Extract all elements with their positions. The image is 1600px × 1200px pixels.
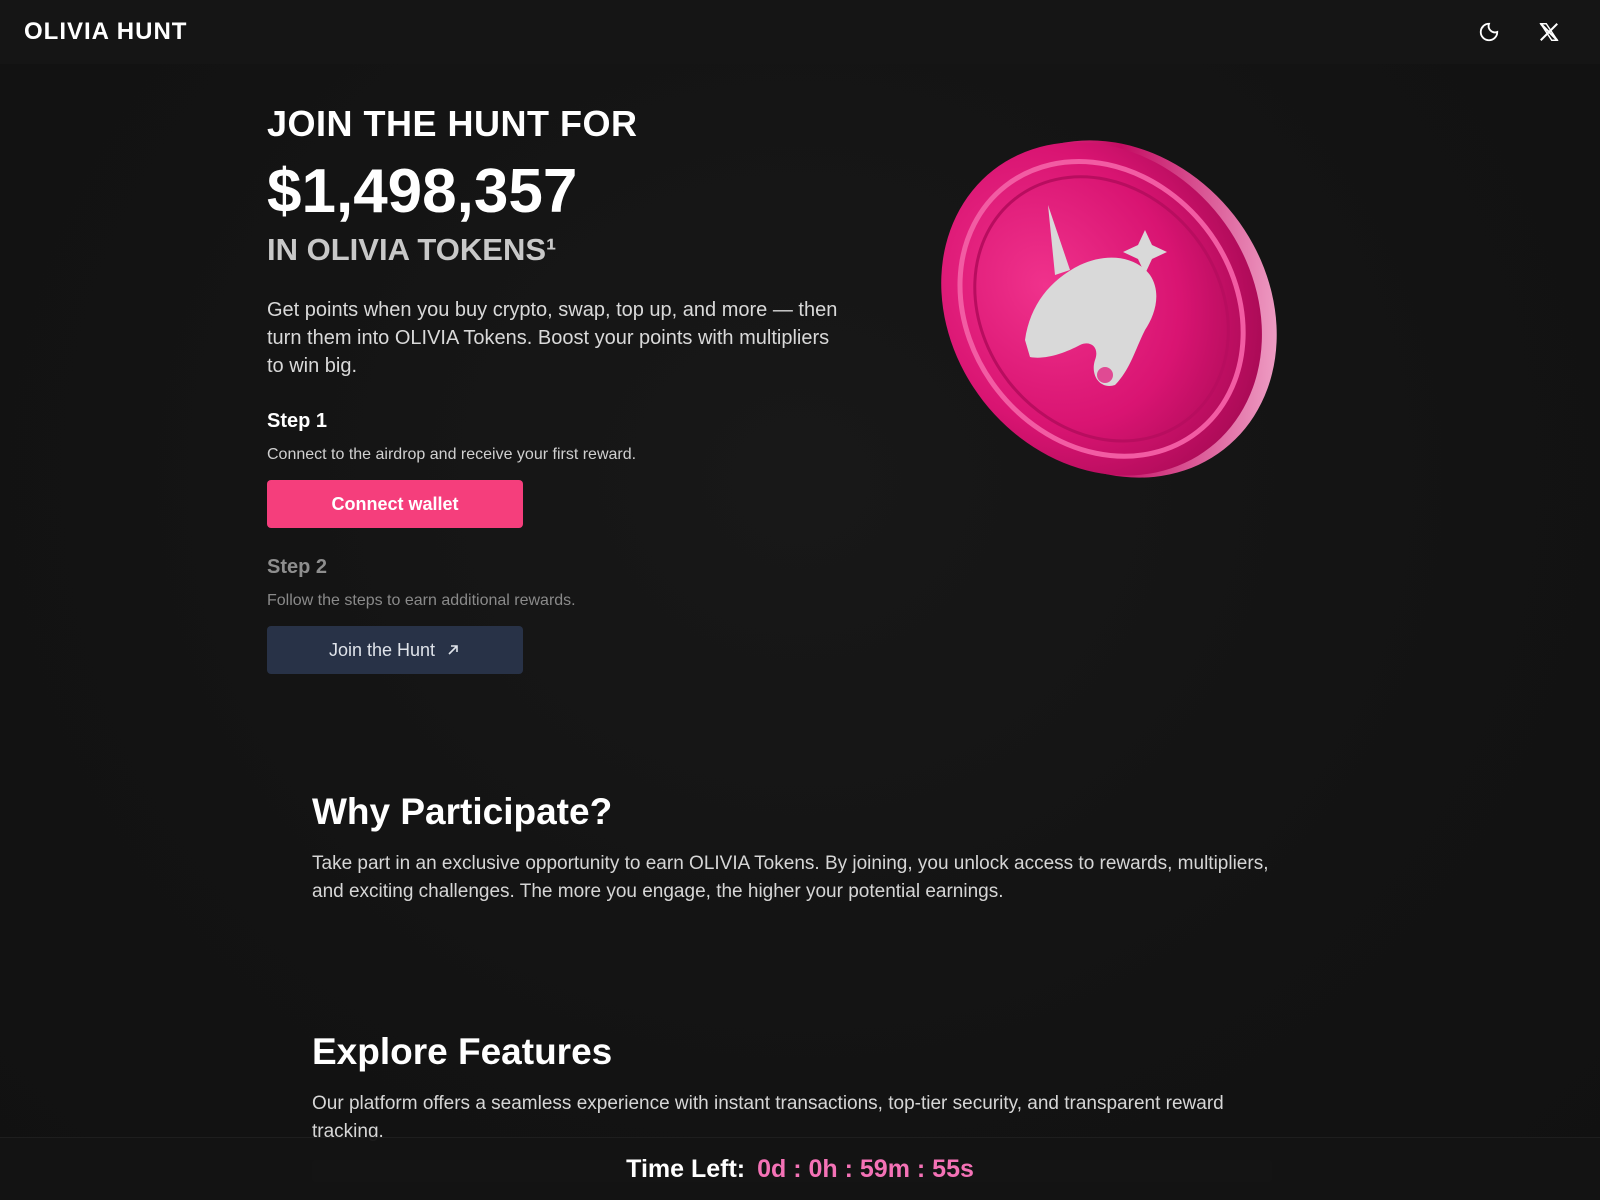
step-2-description: Follow the steps to earn additional rewa…: [267, 592, 576, 609]
external-arrow-icon: [448, 645, 458, 655]
prize-amount: $1,498,357: [267, 157, 578, 226]
why-participate-title: Why Participate?: [312, 791, 613, 832]
step-1-title: Step 1: [267, 410, 328, 432]
unicorn-coin-image: [930, 135, 1280, 485]
brand-logo[interactable]: OLIVIA HUNT: [24, 18, 187, 46]
countdown-bar: Time Left: 0d : 0h : 59m : 55s: [0, 1137, 1600, 1200]
hero-kicker: JOIN THE HUNT FOR: [267, 103, 638, 144]
step-1-description: Connect to the airdrop and receive your …: [267, 446, 637, 463]
step-2-title: Step 2: [267, 556, 328, 578]
header-actions: [1476, 19, 1576, 45]
connect-wallet-button[interactable]: Connect wallet: [267, 480, 523, 528]
page: OLIVIA HUNT JOIN THE HUNT FOR $1,498,357…: [0, 0, 1600, 1200]
top-header: OLIVIA HUNT: [0, 0, 1600, 64]
why-participate-body: Take part in an exclusive opportunity to…: [312, 853, 1269, 902]
explore-features-section: Explore Features Our platform offers a s…: [312, 1028, 1272, 1146]
x-twitter-icon[interactable]: [1536, 19, 1562, 45]
why-participate-section: Why Participate? Take part in an exclusi…: [312, 788, 1272, 906]
hero-description: Get points when you buy crypto, swap, to…: [267, 299, 838, 377]
timer-value: 0d : 0h : 59m : 55s: [757, 1154, 974, 1183]
connect-wallet-label: Connect wallet: [331, 493, 459, 514]
join-the-hunt-button[interactable]: Join the Hunt: [267, 626, 523, 674]
timer-label: Time Left:: [626, 1154, 746, 1183]
explore-features-title: Explore Features: [312, 1031, 613, 1072]
hero-subtitle: IN OLIVIA TOKENS¹: [267, 232, 557, 267]
hero-section: JOIN THE HUNT FOR $1,498,357 IN OLIVIA T…: [267, 100, 847, 674]
join-the-hunt-label: Join the Hunt: [328, 639, 436, 660]
theme-toggle-icon[interactable]: [1476, 19, 1502, 45]
